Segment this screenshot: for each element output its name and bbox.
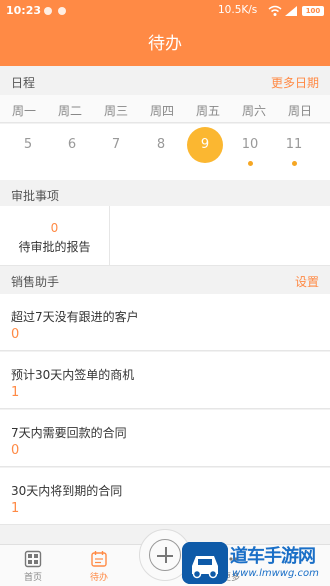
status-time: 10:23 xyxy=(6,4,42,17)
item-value: 1 xyxy=(11,385,20,400)
status-bar: 10:23 10.5K/s 100 xyxy=(0,0,330,22)
date-number: 7 xyxy=(111,137,121,152)
item-value: 0 xyxy=(11,327,20,342)
date-number: 6 xyxy=(67,137,77,152)
item-label: 超过7天没有跟进的客户 xyxy=(11,310,139,324)
date-number: 8 xyxy=(156,137,166,152)
event-dot xyxy=(247,161,253,166)
list-item[interactable]: 预计30天内签单的商机 1 xyxy=(0,352,330,409)
network-speed: 10.5K/s xyxy=(218,4,258,16)
tab-todo[interactable]: 待办 xyxy=(66,545,132,586)
tab-home[interactable]: 首页 xyxy=(0,545,66,586)
section-title: 销售助手 xyxy=(11,275,60,289)
pending-count: 0 xyxy=(50,221,59,235)
watermark-text: 道车手游网 xyxy=(230,546,316,567)
schedule-section-header: 日程 更多日期 xyxy=(0,68,330,94)
item-label: 30天内将到期的合同 xyxy=(11,484,123,498)
wifi-icon xyxy=(268,5,282,16)
weekday-label: 周二 xyxy=(57,104,82,118)
event-dot xyxy=(291,161,297,166)
date-row: 5 6 7 8 9 10 11 xyxy=(0,124,330,180)
weekday-label: 周三 xyxy=(103,104,128,118)
battery-icon: 100 xyxy=(302,6,324,16)
page-title: 待办 xyxy=(0,22,330,66)
date-number: 10 xyxy=(241,137,259,152)
date-cell[interactable]: 6 xyxy=(50,133,94,157)
date-cell-selected[interactable]: 9 xyxy=(183,127,227,163)
watermark: 道车手游网 www.lmwwg.com xyxy=(182,540,330,586)
item-label: 7天内需要回款的合同 xyxy=(11,426,127,440)
item-value: 1 xyxy=(11,501,20,516)
watermark-url: www.lmwwg.com xyxy=(232,568,319,579)
pending-label: 待审批的报告 xyxy=(18,240,91,254)
tab-label: 首页 xyxy=(23,573,42,583)
weekday-label: 周五 xyxy=(195,104,220,118)
date-cell[interactable]: 10 xyxy=(228,133,272,166)
weekday-label: 周一 xyxy=(11,104,36,118)
section-title: 日程 xyxy=(11,76,36,90)
date-cell[interactable]: 11 xyxy=(272,133,316,166)
plus-icon xyxy=(149,539,181,571)
list-item[interactable]: 7天内需要回款的合同 0 xyxy=(0,410,330,467)
date-number: 9 xyxy=(187,127,223,163)
date-number: 5 xyxy=(23,137,33,152)
weekday-label: 周日 xyxy=(287,104,312,118)
section-title: 审批事项 xyxy=(11,189,60,203)
date-cell[interactable]: 7 xyxy=(94,133,138,157)
car-logo-icon xyxy=(182,542,228,584)
signal-icon xyxy=(285,6,297,16)
settings-link[interactable]: 设置 xyxy=(295,273,319,290)
weekday-label: 周六 xyxy=(241,104,266,118)
item-value: 0 xyxy=(11,443,20,458)
pending-reports-cell[interactable]: 0 待审批的报告 xyxy=(0,206,110,266)
date-cell[interactable]: 5 xyxy=(6,133,50,157)
notification-icon xyxy=(58,7,66,15)
approval-panel: 0 待审批的报告 xyxy=(0,206,330,266)
weekday-row: 周一 周二 周三 周四 周五 周六 周日 xyxy=(0,95,330,123)
item-label: 预计30天内签单的商机 xyxy=(11,368,135,382)
more-dates-link[interactable]: 更多日期 xyxy=(271,74,319,91)
list-item[interactable]: 超过7天没有跟进的客户 0 xyxy=(0,294,330,351)
approval-section-header: 审批事项 xyxy=(0,181,330,207)
calendar-icon xyxy=(91,551,107,567)
date-cell[interactable]: 8 xyxy=(139,133,183,157)
tab-label: 待办 xyxy=(89,573,108,583)
grid-icon xyxy=(24,550,42,568)
weekday-label: 周四 xyxy=(149,104,174,118)
list-item[interactable]: 30天内将到期的合同 1 xyxy=(0,468,330,525)
sales-section-header: 销售助手 设置 xyxy=(0,267,330,293)
date-number: 11 xyxy=(285,137,303,152)
notification-icon xyxy=(44,7,52,15)
